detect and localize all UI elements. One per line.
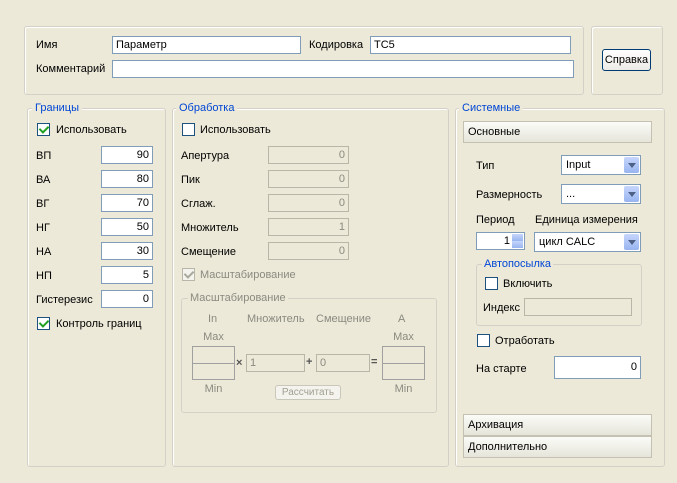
- hysteresis-label: Гистерезис: [36, 294, 93, 306]
- name-field[interactable]: Параметр: [112, 36, 301, 54]
- comment-label: Комментарий: [36, 63, 106, 75]
- smoothing-field[interactable]: 0: [268, 194, 349, 212]
- limit-label-na: НА: [36, 246, 52, 258]
- limit-label-np: НП: [36, 270, 52, 282]
- limits-use-label: Использовать: [56, 124, 127, 136]
- processing-use-label: Использовать: [200, 124, 271, 136]
- limit-field-np[interactable]: 5: [101, 266, 153, 284]
- help-button[interactable]: Справка: [602, 49, 651, 71]
- limit-field-vg[interactable]: 70: [101, 194, 153, 212]
- index-label: Индекс: [483, 302, 520, 314]
- limit-label-vg: ВГ: [36, 198, 50, 210]
- type-label: Тип: [476, 160, 495, 172]
- autosend-group: [476, 264, 642, 326]
- code-field[interactable]: TC5: [370, 36, 571, 54]
- autosend-enable-checkbox[interactable]: [485, 277, 498, 290]
- limits-use-checkbox[interactable]: [37, 123, 50, 136]
- scaling-in-min-label: Min: [204, 383, 223, 395]
- limit-label-ng: НГ: [36, 222, 50, 234]
- chevron-down-icon: [624, 157, 639, 173]
- tab-archive[interactable]: Архивация: [463, 414, 652, 436]
- equals-icon: =: [371, 356, 378, 368]
- unit-select-value: цикл CALC: [539, 236, 596, 248]
- scaling-in-max-label: Max: [203, 331, 224, 343]
- tab-basic[interactable]: Основные: [463, 121, 652, 143]
- unit-select[interactable]: цикл CALC: [534, 232, 641, 252]
- autosend-enable-label: Включить: [503, 278, 553, 290]
- chevron-down-icon: [624, 186, 639, 202]
- chevron-down-icon: [624, 234, 639, 250]
- limit-field-na[interactable]: 30: [101, 242, 153, 260]
- offset-label: Смещение: [181, 246, 237, 258]
- multiplier-label: Множитель: [181, 222, 239, 234]
- name-label: Имя: [36, 39, 58, 51]
- scaling-in-range[interactable]: Max Min: [192, 331, 235, 395]
- scaling-multiplier-label: Множитель: [247, 313, 305, 325]
- code-label: Кодировка: [309, 39, 364, 51]
- index-field[interactable]: [524, 298, 632, 316]
- scaling-offset-field[interactable]: 0: [316, 354, 370, 372]
- limit-control-label: Контроль границ: [56, 318, 142, 330]
- limit-field-ng[interactable]: 50: [101, 218, 153, 236]
- period-label: Период: [476, 214, 515, 226]
- scaling-in-label: In: [208, 313, 218, 325]
- type-select[interactable]: Input: [561, 155, 641, 175]
- dimension-select-value: ...: [566, 188, 576, 200]
- type-select-value: Input: [566, 159, 591, 171]
- scaling-check-label: Масштабирование: [200, 269, 296, 281]
- period-field[interactable]: 1: [476, 232, 525, 250]
- hysteresis-field[interactable]: 0: [101, 290, 153, 308]
- smoothing-label: Сглаж.: [181, 198, 216, 210]
- offset-field[interactable]: 0: [268, 242, 349, 260]
- scaling-a-range[interactable]: Max Min: [382, 331, 425, 395]
- unit-label: Единица измерения: [535, 214, 638, 226]
- limit-label-vp: ВП: [36, 150, 52, 162]
- dimension-label: Размерность: [476, 189, 543, 201]
- scaling-a-label: A: [398, 313, 406, 325]
- multiplier-field[interactable]: 1: [268, 218, 349, 236]
- limits-title: Границы: [32, 101, 82, 115]
- tab-extra[interactable]: Дополнительно: [463, 436, 652, 458]
- times-icon: ×: [236, 357, 243, 369]
- limit-field-va[interactable]: 80: [101, 170, 153, 188]
- processing-title: Обработка: [176, 101, 238, 115]
- peak-label: Пик: [181, 174, 200, 186]
- process-label: Отработать: [495, 335, 555, 347]
- scaling-multiplier-field[interactable]: 1: [246, 354, 305, 372]
- system-title: Системные: [459, 101, 524, 115]
- aperture-field[interactable]: 0: [268, 146, 349, 164]
- scaling-a-max-label: Max: [393, 331, 414, 343]
- limit-label-va: ВА: [36, 174, 51, 186]
- start-label: На старте: [476, 363, 527, 375]
- comment-field[interactable]: [112, 60, 574, 78]
- period-value: 1: [503, 235, 510, 247]
- scaling-checkbox[interactable]: [182, 268, 195, 281]
- limit-control-checkbox[interactable]: [37, 317, 50, 330]
- scaling-offset-label: Смещение: [316, 313, 372, 325]
- dimension-select[interactable]: ...: [561, 184, 641, 204]
- limit-field-vp[interactable]: 90: [101, 146, 153, 164]
- spin-arrows-icon[interactable]: [512, 234, 523, 248]
- autosend-title: Автопосылка: [482, 257, 554, 271]
- process-checkbox[interactable]: [477, 334, 490, 347]
- calculate-button[interactable]: Рассчитать: [275, 385, 341, 400]
- scaling-group-title: Масштабирование: [188, 291, 288, 305]
- scaling-a-min-label: Min: [394, 383, 413, 395]
- peak-field[interactable]: 0: [268, 170, 349, 188]
- plus-icon: +: [306, 356, 313, 368]
- processing-use-checkbox[interactable]: [182, 123, 195, 136]
- start-field[interactable]: 0: [554, 356, 641, 379]
- aperture-label: Апертура: [181, 150, 230, 162]
